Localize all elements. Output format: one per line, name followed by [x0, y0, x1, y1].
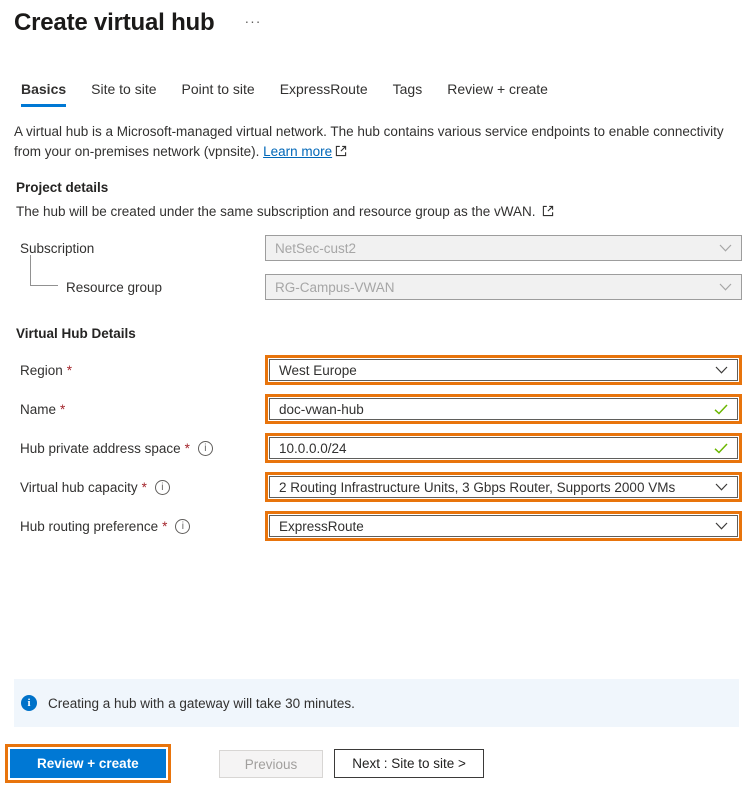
resource-group-dropdown[interactable]: RG-Campus-VWAN [265, 274, 742, 300]
more-options-icon[interactable]: ··· [244, 13, 261, 29]
highlight-box [265, 433, 742, 463]
capacity-label: Virtual hub capacity [20, 480, 138, 495]
project-details-description: The hub will be created under the same s… [16, 204, 749, 220]
subscription-dropdown[interactable]: NetSec-cust2 [265, 235, 742, 261]
tab-review-create[interactable]: Review + create [447, 81, 548, 107]
external-link-icon [542, 205, 554, 220]
info-icon: i [21, 695, 37, 711]
info-icon[interactable]: i [198, 441, 213, 456]
subscription-label-col: Subscription [20, 241, 265, 256]
address-space-label: Hub private address space [20, 441, 181, 456]
page-header: Create virtual hub ··· [0, 0, 749, 37]
chevron-down-icon [719, 283, 732, 291]
virtual-hub-details-heading: Virtual Hub Details [16, 326, 749, 341]
tab-site-to-site[interactable]: Site to site [91, 81, 156, 107]
page-title: Create virtual hub [14, 9, 214, 37]
tab-tags[interactable]: Tags [393, 81, 423, 107]
next-site-to-site-button[interactable]: Next : Site to site > [334, 749, 484, 778]
project-details-heading: Project details [16, 180, 749, 195]
chevron-down-icon [715, 483, 728, 491]
name-row: Name * [20, 394, 742, 424]
valid-check-icon [714, 443, 728, 454]
tab-expressroute[interactable]: ExpressRoute [280, 81, 368, 107]
required-asterisk: * [67, 363, 72, 378]
routing-preference-dropdown[interactable]: ExpressRoute [269, 515, 738, 537]
tab-bar: Basics Site to site Point to site Expres… [21, 81, 749, 107]
resource-group-row: Resource group RG-Campus-VWAN [20, 274, 742, 300]
tab-point-to-site[interactable]: Point to site [182, 81, 255, 107]
required-asterisk: * [60, 402, 65, 417]
chevron-down-icon [719, 244, 732, 252]
routing-preference-row: Hub routing preference * i ExpressRoute [20, 511, 742, 541]
required-asterisk: * [185, 441, 190, 456]
highlight-box: ExpressRoute [265, 511, 742, 541]
highlight-box: West Europe [265, 355, 742, 385]
region-label: Region [20, 363, 63, 378]
region-row: Region * West Europe [20, 355, 742, 385]
routing-preference-label: Hub routing preference [20, 519, 158, 534]
info-banner: i Creating a hub with a gateway will tak… [14, 679, 739, 727]
learn-more-link[interactable]: Learn more [263, 144, 332, 159]
address-space-input[interactable] [279, 441, 706, 456]
info-icon[interactable]: i [175, 519, 190, 534]
capacity-row: Virtual hub capacity * i 2 Routing Infras… [20, 472, 742, 502]
highlight-box [265, 394, 742, 424]
name-label: Name [20, 402, 56, 417]
tab-basics[interactable]: Basics [21, 81, 66, 107]
chevron-down-icon [715, 522, 728, 530]
subscription-label: Subscription [20, 241, 94, 256]
hierarchy-connector-line [30, 255, 58, 286]
review-create-button[interactable]: Review + create [10, 749, 166, 778]
resource-group-label: Resource group [66, 280, 162, 295]
chevron-down-icon [715, 366, 728, 374]
highlight-box: 2 Routing Infrastructure Units, 3 Gbps R… [265, 472, 742, 502]
valid-check-icon [714, 404, 728, 415]
previous-button[interactable]: Previous [219, 750, 324, 778]
region-dropdown[interactable]: West Europe [269, 359, 738, 381]
required-asterisk: * [162, 519, 167, 534]
name-input-wrapper [269, 398, 738, 420]
capacity-dropdown[interactable]: 2 Routing Infrastructure Units, 3 Gbps R… [269, 476, 738, 498]
highlight-box: Review + create [5, 744, 171, 783]
required-asterisk: * [142, 480, 147, 495]
footer-actions: Review + create Previous Next : Site to … [5, 744, 749, 783]
subscription-row: Subscription NetSec-cust2 [20, 235, 742, 261]
name-input[interactable] [279, 402, 706, 417]
intro-text: A virtual hub is a Microsoft-managed vir… [14, 122, 739, 163]
resource-group-label-col: Resource group [20, 280, 265, 295]
info-banner-text: Creating a hub with a gateway will take … [48, 696, 355, 711]
external-link-icon [335, 143, 347, 163]
address-space-row: Hub private address space * i [20, 433, 742, 463]
address-space-input-wrapper [269, 437, 738, 459]
info-icon[interactable]: i [155, 480, 170, 495]
